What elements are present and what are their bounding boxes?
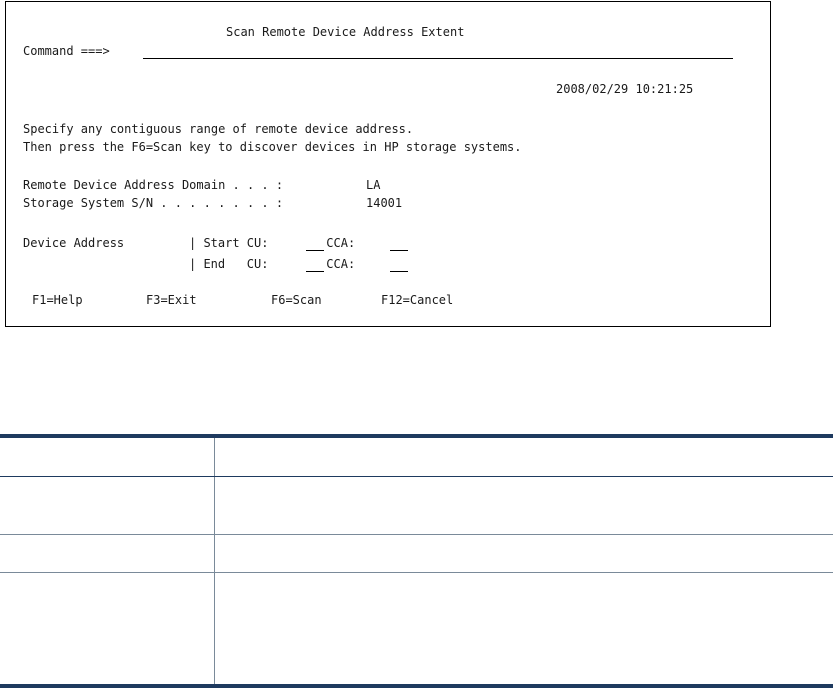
table-cell-description (214, 476, 833, 535)
table-bottom-rule (0, 684, 833, 688)
instruction-line-1: Specify any contiguous range of remote d… (23, 122, 414, 136)
terminal-screen: Scan Remote Device Address Extent Comman… (5, 1, 771, 327)
table-cell-field (0, 534, 215, 573)
table-cell-description (214, 438, 833, 477)
f6-scan-key[interactable]: F6=Scan (271, 293, 322, 307)
f1-help-key[interactable]: F1=Help (32, 293, 83, 307)
command-label: Command ===> (23, 44, 110, 58)
end-cu-field[interactable] (306, 257, 324, 272)
command-input[interactable] (143, 44, 733, 59)
table-cell-field (0, 476, 215, 535)
instruction-line-2: Then press the F6=Scan key to discover d… (23, 140, 522, 154)
start-row-label: | Start CU: CCA: (189, 236, 356, 250)
table-row (0, 534, 833, 573)
start-cu-field[interactable] (306, 236, 324, 251)
start-cca-field[interactable] (390, 236, 408, 251)
table-row (0, 476, 833, 535)
serial-label: Storage System S/N . . . . . . . . : (23, 196, 284, 210)
table-cell-field (0, 438, 215, 477)
table-top-rule (0, 434, 833, 438)
f3-exit-key[interactable]: F3=Exit (146, 293, 197, 307)
f12-cancel-key[interactable]: F12=Cancel (381, 293, 453, 307)
screen-title: Scan Remote Device Address Extent (226, 25, 465, 39)
device-address-label: Device Address (23, 236, 125, 250)
field-description-table (0, 434, 834, 688)
end-cca-field[interactable] (390, 257, 408, 272)
timestamp: 2008/02/29 10:21:25 (556, 82, 694, 96)
domain-label: Remote Device Address Domain . . . : (23, 178, 284, 192)
end-row-label: | End CU: CCA: (189, 257, 356, 271)
domain-value: LA (366, 178, 381, 192)
table-row (0, 572, 834, 685)
table-cell-description (215, 573, 834, 685)
table-row (0, 438, 833, 477)
table-cell-description (214, 534, 833, 573)
serial-value: 14001 (366, 196, 403, 210)
table-cell-field (0, 572, 215, 684)
